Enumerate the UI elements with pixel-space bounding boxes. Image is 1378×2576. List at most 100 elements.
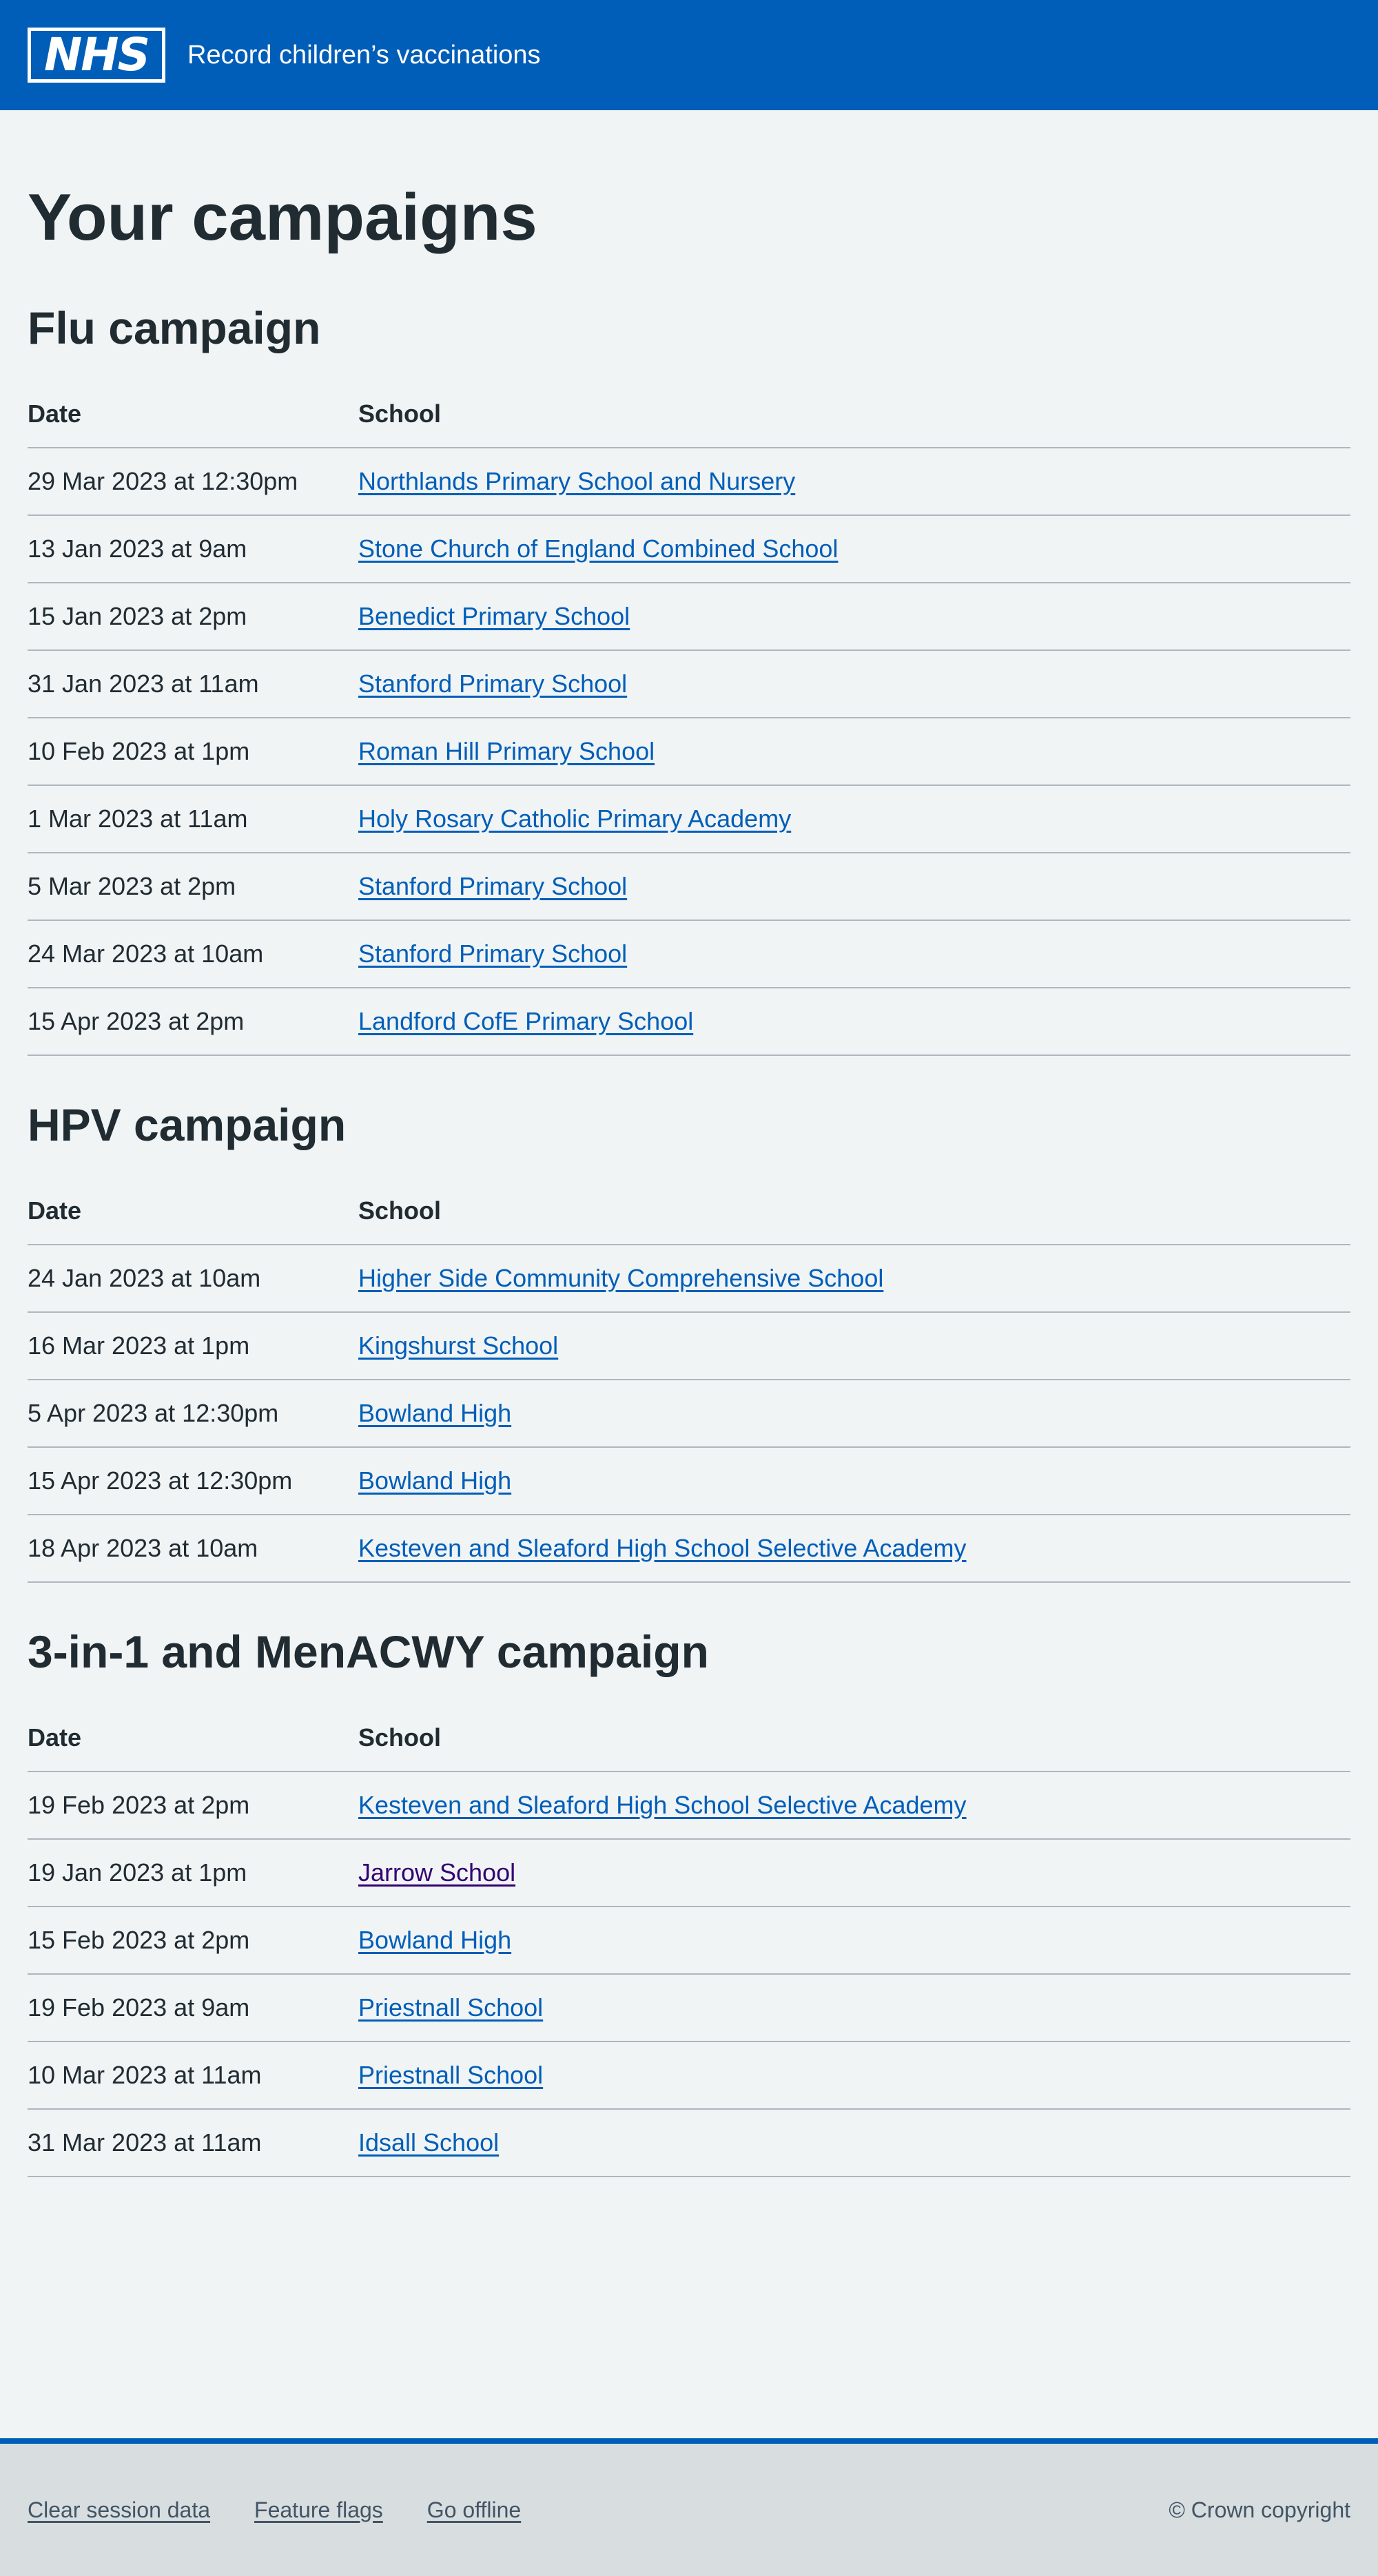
school-link[interactable]: Kesteven and Sleaford High School Select… (358, 1791, 967, 1819)
copyright-text: © Crown copyright (1169, 2497, 1350, 2522)
school-cell: Priestnall School (358, 2042, 1350, 2110)
clear-session-data-link[interactable]: Clear session data (28, 2497, 210, 2523)
session-date: 19 Jan 2023 at 1pm (28, 1839, 358, 1907)
campaign-sessions-table: Date School 29 Mar 2023 at 12:30pm Northlan… (28, 380, 1350, 1056)
school-link[interactable]: Kesteven and Sleaford High School Select… (358, 1534, 967, 1562)
school-link[interactable]: Benedict Primary School (358, 602, 630, 630)
session-date: 31 Jan 2023 at 11am (28, 650, 358, 718)
campaign-section: HPV campaign Date School 24 Jan 2023 at 10a… (28, 1056, 1350, 1583)
table-row: 1 Mar 2023 at 11am Holy Rosary Catholic P… (28, 785, 1350, 853)
campaign-sessions-table: Date School 19 Feb 2023 at 2pm Kesteven and… (28, 1704, 1350, 2177)
session-date: 15 Apr 2023 at 12:30pm (28, 1447, 358, 1515)
school-cell: Benedict Primary School (358, 583, 1350, 651)
school-cell: Stone Church of England Combined School (358, 515, 1350, 583)
school-cell: Stanford Primary School (358, 920, 1350, 988)
session-date: 10 Feb 2023 at 1pm (28, 718, 358, 786)
session-date: 5 Apr 2023 at 12:30pm (28, 1380, 358, 1448)
session-date: 16 Mar 2023 at 1pm (28, 1312, 358, 1380)
school-link[interactable]: Stanford Primary School (358, 669, 627, 698)
school-link[interactable]: Northlands Primary School and Nursery (358, 467, 795, 495)
session-date: 24 Jan 2023 at 10am (28, 1245, 358, 1313)
table-row: 15 Apr 2023 at 2pm Landford CofE Primary … (28, 988, 1350, 1056)
school-cell: Bowland High (358, 1907, 1350, 1975)
school-link[interactable]: Stone Church of England Combined School (358, 534, 838, 563)
table-row: 29 Mar 2023 at 12:30pm Northlands Primary… (28, 448, 1350, 516)
session-date: 19 Feb 2023 at 9am (28, 1974, 358, 2042)
footer-links: Clear session data Feature flags Go offlin… (28, 2497, 1169, 2523)
school-link[interactable]: Landford CofE Primary School (358, 1007, 693, 1035)
school-cell: Holy Rosary Catholic Primary Academy (358, 785, 1350, 853)
table-row: 5 Apr 2023 at 12:30pm Bowland High (28, 1380, 1350, 1448)
school-link[interactable]: Idsall School (358, 2128, 499, 2157)
school-link[interactable]: Bowland High (358, 1926, 511, 1954)
school-cell: Kesteven and Sleaford High School Select… (358, 1515, 1350, 1583)
table-row: 10 Feb 2023 at 1pm Roman Hill Primary Sch… (28, 718, 1350, 786)
table-row: 15 Apr 2023 at 12:30pm Bowland High (28, 1447, 1350, 1515)
site-footer: Clear session data Feature flags Go offlin… (0, 2438, 1378, 2576)
go-offline-link[interactable]: Go offline (427, 2497, 521, 2523)
session-date: 24 Mar 2023 at 10am (28, 920, 358, 988)
campaign-title: HPV campaign (28, 1099, 347, 1150)
school-cell: Higher Side Community Comprehensive Scho… (358, 1245, 1350, 1313)
table-row: 5 Mar 2023 at 2pm Stanford Primary School (28, 853, 1350, 921)
table-header-row: Date School (28, 1177, 1350, 1245)
table-row: 10 Mar 2023 at 11am Priestnall School (28, 2042, 1350, 2110)
school-cell: Kesteven and Sleaford High School Select… (358, 1772, 1350, 1840)
table-row: 18 Apr 2023 at 10am Kesteven and Sleaford… (28, 1515, 1350, 1583)
school-link[interactable]: Bowland High (358, 1399, 511, 1427)
school-link[interactable]: Higher Side Community Comprehensive Scho… (358, 1264, 883, 1292)
session-date: 5 Mar 2023 at 2pm (28, 853, 358, 921)
school-column-header: School (358, 1177, 1350, 1245)
school-cell: Stanford Primary School (358, 650, 1350, 718)
school-link[interactable]: Priestnall School (358, 2061, 543, 2089)
school-link[interactable]: Priestnall School (358, 1993, 543, 2022)
main-content: Your campaigns Flu campaign Date School 29 … (0, 110, 1378, 2328)
school-cell: Jarrow School (358, 1839, 1350, 1907)
school-link[interactable]: Kingshurst School (358, 1331, 558, 1360)
site-header: NHS Record children’s vaccinations (0, 0, 1378, 110)
school-link[interactable]: Stanford Primary School (358, 872, 627, 900)
school-link[interactable]: Jarrow School (358, 1858, 515, 1887)
table-row: 19 Feb 2023 at 2pm Kesteven and Sleaford … (28, 1772, 1350, 1840)
table-row: 15 Feb 2023 at 2pm Bowland High (28, 1907, 1350, 1975)
nhs-logo[interactable]: NHS (28, 28, 165, 83)
nhs-logo-text: NHS (31, 31, 162, 79)
table-row: 31 Mar 2023 at 11am Idsall School (28, 2109, 1350, 2177)
table-row: 31 Jan 2023 at 11am Stanford Primary Scho… (28, 650, 1350, 718)
school-cell: Priestnall School (358, 1974, 1350, 2042)
feature-flags-link[interactable]: Feature flags (254, 2497, 383, 2523)
date-column-header: Date (28, 1177, 358, 1245)
school-link[interactable]: Bowland High (358, 1466, 511, 1495)
session-date: 15 Feb 2023 at 2pm (28, 1907, 358, 1975)
campaign-section: 3-in-1 and MenACWY campaign Date School 19 … (28, 1583, 1350, 2177)
campaign-section: Flu campaign Date School 29 Mar 2023 at 12:… (28, 259, 1350, 1056)
school-column-header: School (358, 380, 1350, 448)
session-date: 31 Mar 2023 at 11am (28, 2109, 358, 2177)
table-row: 24 Mar 2023 at 10am Stanford Primary Scho… (28, 920, 1350, 988)
school-cell: Stanford Primary School (358, 853, 1350, 921)
table-header-row: Date School (28, 1704, 1350, 1772)
session-date: 18 Apr 2023 at 10am (28, 1515, 358, 1583)
table-row: 13 Jan 2023 at 9am Stone Church of Englan… (28, 515, 1350, 583)
school-cell: Bowland High (358, 1447, 1350, 1515)
campaign-title: Flu campaign (28, 302, 321, 353)
table-row: 15 Jan 2023 at 2pm Benedict Primary Schoo… (28, 583, 1350, 651)
table-row: 24 Jan 2023 at 10am Higher Side Community… (28, 1245, 1350, 1313)
school-link[interactable]: Stanford Primary School (358, 939, 627, 968)
school-column-header: School (358, 1704, 1350, 1772)
campaign-title: 3-in-1 and MenACWY campaign (28, 1626, 709, 1677)
school-link[interactable]: Holy Rosary Catholic Primary Academy (358, 804, 791, 833)
school-link[interactable]: Roman Hill Primary School (358, 737, 655, 765)
school-cell: Landford CofE Primary School (358, 988, 1350, 1056)
date-column-header: Date (28, 1704, 358, 1772)
session-date: 13 Jan 2023 at 9am (28, 515, 358, 583)
school-cell: Roman Hill Primary School (358, 718, 1350, 786)
date-column-header: Date (28, 380, 358, 448)
school-cell: Bowland High (358, 1380, 1350, 1448)
session-date: 10 Mar 2023 at 11am (28, 2042, 358, 2110)
school-cell: Idsall School (358, 2109, 1350, 2177)
service-name[interactable]: Record children’s vaccinations (187, 41, 541, 70)
page-title: Your campaigns (28, 180, 537, 254)
table-row: 19 Feb 2023 at 9am Priestnall School (28, 1974, 1350, 2042)
table-row: 19 Jan 2023 at 1pm Jarrow School (28, 1839, 1350, 1907)
